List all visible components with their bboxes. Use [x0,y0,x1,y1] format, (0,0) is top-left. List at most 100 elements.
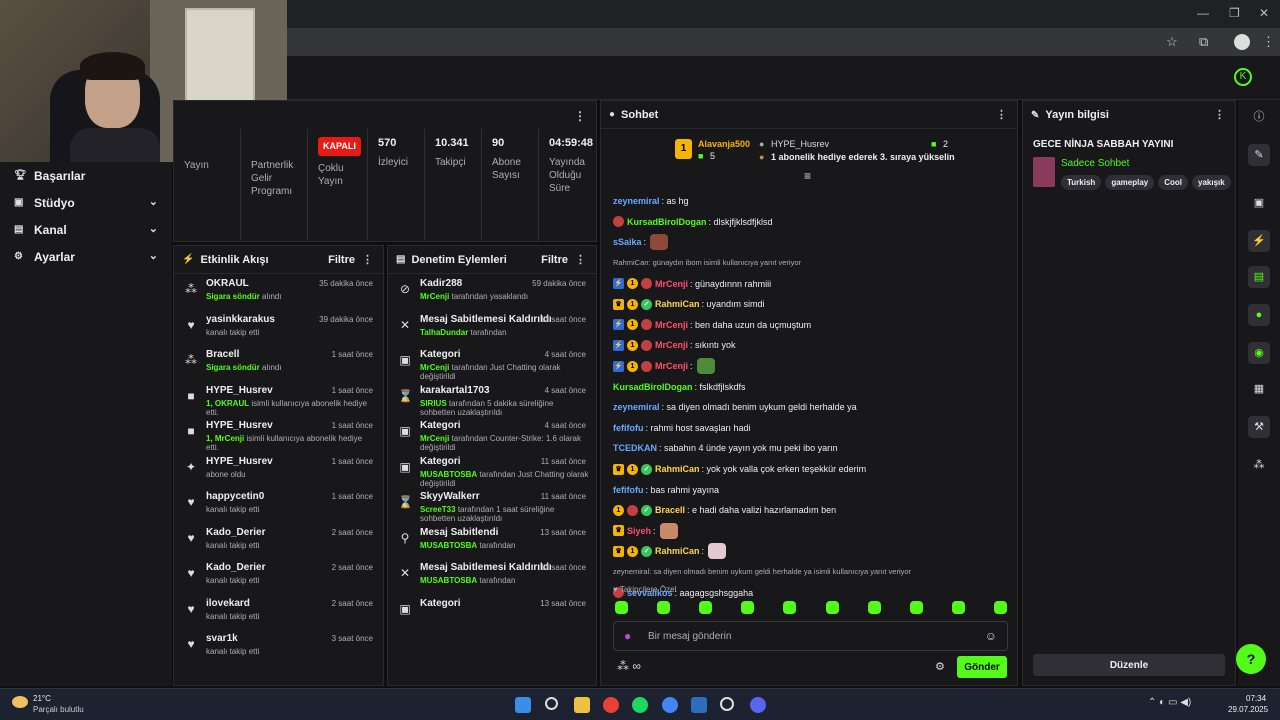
list-item[interactable]: ⁂ Bracell 1 saat önce Sigara söndür alındı [174,345,383,381]
chat-username[interactable]: zeynemiral [613,195,660,207]
chat-username[interactable]: sSaika [613,236,642,248]
chat-username[interactable]: Bracell [655,504,685,516]
chat-username[interactable]: fefifofu [613,484,644,496]
chat-username[interactable]: TCEDKAN [613,442,657,454]
chat-username[interactable]: zeynemiral [613,401,660,413]
more-options-icon[interactable]: ⋮ [362,253,373,266]
kick-logo-icon[interactable]: K [1234,68,1252,86]
chat-username[interactable]: MrCenji [655,278,688,290]
item-user[interactable]: MUSABTOSBA [420,470,477,479]
item-user[interactable]: 1, MrCenji [206,434,244,443]
chrome-profile-icon[interactable] [662,697,678,713]
broadcast-icon[interactable]: ◉ [1248,342,1270,364]
emote-icon[interactable] [993,601,1007,614]
list-item[interactable]: ▣ Kategori 11 saat önce MUSABTOSBA tarafınd… [388,452,596,488]
item-user[interactable]: MrCenji [420,363,449,372]
sidebar-item-settings[interactable]: ⚙ Ayarlar ⌄ [0,243,172,270]
chat-input[interactable]: ● Bir mesaj gönderin ☺ [613,621,1008,651]
emote-icon[interactable] [867,601,881,614]
windows-start-icon[interactable] [515,697,531,713]
more-options-icon[interactable]: ⋮ [1214,108,1225,121]
more-options-icon[interactable]: ⋮ [574,109,586,123]
close-icon[interactable]: ✕ [1259,6,1269,20]
steam-icon[interactable] [691,697,707,713]
discord-icon[interactable] [750,697,766,713]
list-item[interactable]: ✦ HYPE_Husrev 1 saat önce abone oldu [174,452,383,488]
edit-button[interactable]: Düzenle [1033,654,1225,676]
item-user[interactable]: Sigara söndür [206,363,260,372]
list-item[interactable]: ▣ Kategori 4 saat önce MrCenji tarafından J… [388,345,596,381]
chat-username[interactable]: RahmiCan [655,298,700,310]
chrome-icon[interactable] [603,697,619,713]
item-user[interactable]: MUSABTOSBA [420,576,477,585]
top-gifter-name[interactable]: Alavanja500 [698,139,750,149]
emote-icon[interactable] [909,601,923,614]
share-icon[interactable]: ⁂ [1248,454,1270,476]
list-item[interactable]: ✕ Mesaj Sabitlemesi Kaldırıldı 13 saat önc… [388,310,596,346]
profile-avatar[interactable] [1234,34,1250,50]
list-item[interactable]: ■ HYPE_Husrev 1 saat önce 1, OKRAUL isimli … [174,381,383,417]
chat-username[interactable]: KursadBirolDogan [627,216,707,228]
tag-pill[interactable]: Cool [1158,175,1188,190]
chevron-down-icon[interactable]: ⌄ [149,249,158,262]
item-user[interactable]: MrCenji [420,434,449,443]
item-user[interactable]: MrCenji [420,292,449,301]
emoji-icon[interactable]: ☺ [985,629,997,643]
chat-username[interactable]: fefifofu [613,422,644,434]
minimize-icon[interactable]: — [1197,6,1209,20]
emote-icon[interactable] [615,601,628,614]
emote-icon[interactable] [741,601,755,614]
browser-menu-icon[interactable]: ⋮ [1262,34,1275,50]
list-item[interactable]: ✕ Mesaj Sabitlemesi Kaldırıldı 13 saat önc… [388,558,596,594]
tray-icons[interactable]: ⌃ ◐ ▭ ◀) [1148,697,1191,708]
list-item[interactable]: ■ HYPE_Husrev 1 saat önce 1, MrCenji isimli… [174,416,383,452]
chat-username[interactable]: Siyeh [627,525,651,537]
list-item[interactable]: ▣ Kategori 13 saat önce [388,594,596,630]
list-item[interactable]: ♥ svar1k 3 saat önce kanalı takip etti [174,629,383,665]
more-options-icon[interactable]: ⋮ [575,253,586,266]
item-user[interactable]: TalhaDundar [420,328,468,337]
spotify-icon[interactable] [632,697,648,713]
gifter-name[interactable]: HYPE_Husrev [771,139,829,149]
list-item[interactable]: ♥ Kado_Derier 2 saat önce kanalı takip etti [174,558,383,594]
tag-pill[interactable]: Turkish [1061,175,1102,190]
tag-pill[interactable]: yakışık [1192,175,1231,190]
item-user[interactable]: 1, OKRAUL [206,399,249,408]
list-item[interactable]: ⊘ Kadir288 59 dakika önce MrCenji tarafında… [388,274,596,310]
screen-icon[interactable]: ▣ [1248,192,1270,214]
list-item[interactable]: ⌛ SkyyWalkerr 11 saat önce ScreeT33 tarafın… [388,487,596,523]
emote-icon[interactable] [699,601,713,614]
bookmark-star-icon[interactable]: ☆ [1166,34,1178,50]
bolt-icon[interactable]: ⚡ [1248,230,1270,252]
more-options-icon[interactable]: ⋮ [996,108,1007,121]
chat-username[interactable]: KursadBirolDogan [613,381,693,393]
chat-username[interactable]: MrCenji [655,319,688,331]
tag-pill[interactable]: gameplay [1105,175,1155,190]
list-item[interactable]: ♥ happycetin0 1 saat önce kanalı takip etti [174,487,383,523]
extensions-icon[interactable]: ⧉ [1199,34,1208,50]
chat-username[interactable]: MrCenji [655,339,688,351]
help-icon[interactable]: ? [1236,644,1266,674]
item-user[interactable]: ScreeT33 [420,505,456,514]
collapse-icon[interactable]: ≡ [804,169,811,183]
list-item[interactable]: ⁂ OKRAUL 35 dakika önce Sigara söndür alınd… [174,274,383,310]
list-item[interactable]: ♥ ilovekard 2 saat önce kanalı takip etti [174,594,383,630]
emote-icon[interactable] [825,601,839,614]
maximize-icon[interactable]: ❐ [1229,6,1240,20]
item-user[interactable]: Sigara söndür [206,292,260,301]
filter-button[interactable]: Filtre [328,254,355,266]
category-name[interactable]: Sadece Sohbet [1061,158,1129,169]
list-item[interactable]: ♥ yasinkkarakus 39 dakika önce kanalı takip… [174,310,383,346]
emote-icon[interactable] [783,601,797,614]
mic-icon[interactable]: ● [624,629,631,643]
chat-icon[interactable]: ● [1248,304,1270,326]
obs-icon[interactable] [720,697,734,711]
emote-icon[interactable] [657,601,671,614]
item-user[interactable]: MUSABTOSBA [420,541,477,550]
chat-username[interactable]: MrCenji [655,360,688,372]
wrench-icon[interactable]: ⚒ [1248,416,1270,438]
emote-icon[interactable] [951,601,965,614]
chevron-down-icon[interactable]: ⌄ [149,222,158,235]
gear-icon[interactable]: ⚙ [935,660,945,673]
pencil-icon[interactable]: ✎ [1248,144,1270,166]
